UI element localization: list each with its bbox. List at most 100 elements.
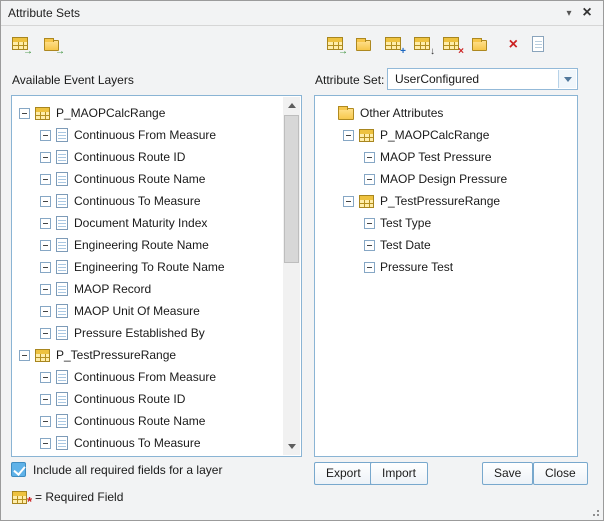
tree-item[interactable]: Test Type bbox=[316, 212, 576, 234]
item-icon bbox=[56, 238, 68, 252]
collapse-icon[interactable] bbox=[364, 240, 375, 251]
close-icon[interactable] bbox=[578, 4, 596, 22]
collapse-icon[interactable] bbox=[364, 218, 375, 229]
new-group-icon[interactable] bbox=[355, 35, 375, 54]
tree-item[interactable]: Pressure Test bbox=[316, 256, 576, 278]
item-icon bbox=[56, 392, 68, 406]
tree-item[interactable]: Other Attributes bbox=[316, 102, 576, 124]
new-attribute-set-icon[interactable] bbox=[529, 35, 549, 54]
attribute-sets-dialog: Attribute Sets → → → bbox=[0, 0, 604, 521]
required-field-label: = Required Field bbox=[35, 490, 123, 504]
collapse-icon[interactable] bbox=[343, 130, 354, 141]
tree-item[interactable]: P_MAOPCalcRange bbox=[13, 102, 283, 124]
collapse-icon[interactable] bbox=[40, 394, 51, 405]
resize-grip[interactable] bbox=[589, 506, 601, 518]
collapse-icon[interactable] bbox=[40, 438, 51, 449]
include-required-checkbox[interactable] bbox=[11, 462, 26, 477]
tree-item[interactable]: P_TestPressureRange bbox=[13, 344, 283, 366]
import-button[interactable]: Import bbox=[370, 462, 428, 485]
dropdown-button[interactable] bbox=[558, 70, 576, 88]
tree-item[interactable]: Continuous Route ID bbox=[13, 146, 283, 168]
collapse-icon[interactable] bbox=[40, 152, 51, 163]
collapse-icon[interactable] bbox=[19, 350, 30, 361]
collapse-icon[interactable] bbox=[40, 306, 51, 317]
tree-item[interactable]: Continuous To Measure bbox=[13, 432, 283, 454]
export-button[interactable]: Export bbox=[314, 462, 373, 485]
item-label: Pressure Established By bbox=[74, 326, 205, 340]
tree-item[interactable]: P_TestPressureRange bbox=[316, 190, 576, 212]
tree-item[interactable]: Document Maturity Index bbox=[13, 212, 283, 234]
tree-item[interactable]: MAOP Test Pressure bbox=[316, 146, 576, 168]
icon-badge: ↓ bbox=[430, 47, 435, 57]
collapse-icon[interactable] bbox=[40, 262, 51, 273]
available-layers-tree: P_MAOPCalcRange Continuous From Measure … bbox=[13, 97, 283, 455]
icon-badge: → bbox=[55, 47, 65, 57]
item-icon bbox=[56, 260, 68, 274]
required-field-icon bbox=[12, 491, 27, 504]
add-group-icon[interactable]: → bbox=[43, 35, 63, 54]
tree-item[interactable]: MAOP Record bbox=[13, 278, 283, 300]
collapse-icon[interactable] bbox=[40, 240, 51, 251]
attribute-set-dropdown[interactable]: UserConfigured bbox=[387, 68, 578, 90]
collapse-icon[interactable] bbox=[40, 372, 51, 383]
tree-item[interactable]: Continuous From Measure bbox=[13, 124, 283, 146]
item-label: Document Maturity Index bbox=[74, 216, 207, 230]
tree-item[interactable]: P_MAOPCalcRange bbox=[316, 124, 576, 146]
save-button[interactable]: Save bbox=[482, 462, 533, 485]
vertical-scrollbar[interactable] bbox=[283, 97, 300, 455]
scroll-down-icon[interactable] bbox=[283, 438, 300, 455]
tree-item[interactable]: MAOP Unit Of Measure bbox=[13, 300, 283, 322]
collapse-icon[interactable] bbox=[40, 218, 51, 229]
collapse-icon[interactable] bbox=[40, 130, 51, 141]
tree-item[interactable]: Continuous Route ID bbox=[13, 388, 283, 410]
collapse-icon[interactable] bbox=[40, 174, 51, 185]
item-label: Continuous Route Name bbox=[74, 172, 205, 186]
close-button[interactable]: Close bbox=[533, 462, 588, 485]
icon-base bbox=[414, 37, 430, 50]
collapse-icon[interactable] bbox=[40, 196, 51, 207]
tree-item[interactable]: Continuous Route Name bbox=[13, 168, 283, 190]
collapse-icon[interactable] bbox=[364, 174, 375, 185]
collapse-icon[interactable] bbox=[40, 328, 51, 339]
tree-item[interactable]: MAOP Design Pressure bbox=[316, 168, 576, 190]
scroll-up-icon[interactable] bbox=[283, 97, 300, 114]
item-label: P_MAOPCalcRange bbox=[380, 128, 489, 142]
collapse-icon[interactable] bbox=[19, 108, 30, 119]
reorder-field-icon[interactable]: ↓ bbox=[413, 35, 433, 54]
tree-item[interactable]: Continuous To Measure bbox=[13, 190, 283, 212]
item-icon bbox=[56, 304, 68, 318]
delete-icon[interactable]: × bbox=[500, 35, 520, 54]
add-field-icon[interactable]: + bbox=[384, 35, 404, 54]
attribute-set-label: Attribute Set: bbox=[315, 73, 384, 87]
window-menu-icon[interactable] bbox=[560, 4, 578, 22]
add-event-layer-icon[interactable]: → bbox=[11, 35, 31, 54]
tree-item[interactable]: Engineering Route Name bbox=[13, 234, 283, 256]
item-label: Continuous From Measure bbox=[74, 370, 216, 384]
item-label: Other Attributes bbox=[360, 106, 443, 120]
add-selected-to-set-icon[interactable]: → bbox=[326, 35, 346, 54]
icon-badge: × bbox=[509, 37, 518, 53]
icon-base bbox=[532, 36, 544, 52]
item-label: Continuous From Measure bbox=[74, 128, 216, 142]
item-label: Continuous Route Name bbox=[74, 414, 205, 428]
collapse-icon[interactable] bbox=[364, 262, 375, 273]
collapse-icon[interactable] bbox=[40, 284, 51, 295]
icon-base bbox=[472, 40, 487, 51]
icon-base bbox=[443, 37, 459, 50]
remove-field-icon[interactable]: × bbox=[442, 35, 462, 54]
item-label: Pressure Test bbox=[380, 260, 453, 274]
collapse-icon[interactable] bbox=[364, 152, 375, 163]
item-icon bbox=[359, 129, 374, 142]
collapse-icon[interactable] bbox=[343, 196, 354, 207]
collapse-icon[interactable] bbox=[40, 416, 51, 427]
tree-item[interactable]: Engineering To Route Name bbox=[13, 256, 283, 278]
tree-item[interactable]: Pressure Established By bbox=[13, 322, 283, 344]
tree-item[interactable]: Continuous From Measure bbox=[13, 366, 283, 388]
tree-item[interactable]: Continuous Route Name bbox=[13, 410, 283, 432]
attribute-set-value: UserConfigured bbox=[395, 72, 555, 86]
tree-item[interactable]: Test Date bbox=[316, 234, 576, 256]
attribute-set-bag-icon[interactable] bbox=[471, 35, 491, 54]
scrollbar-thumb[interactable] bbox=[284, 115, 299, 263]
item-icon bbox=[56, 172, 68, 186]
item-label: MAOP Unit Of Measure bbox=[74, 304, 200, 318]
